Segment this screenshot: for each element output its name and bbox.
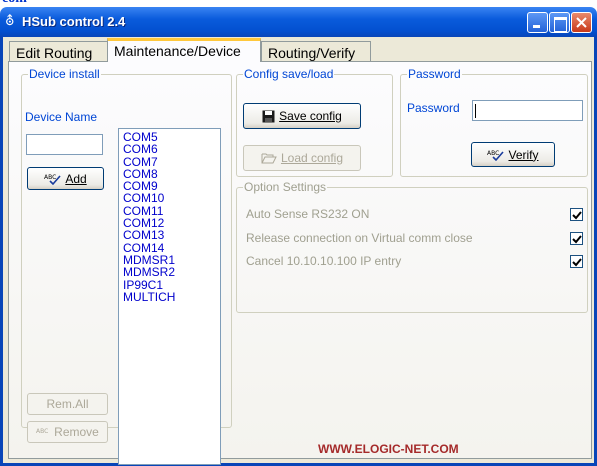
text-caret — [475, 104, 476, 118]
config-save-load-legend: Config save/load — [244, 67, 334, 81]
load-config-button[interactable]: Load config — [243, 145, 361, 171]
svg-text:ABC: ABC — [44, 174, 56, 181]
spellcheck-icon: ABC — [44, 173, 61, 185]
tab-maintenance-device[interactable]: Maintenance/Device — [107, 38, 261, 62]
option-settings-legend: Option Settings — [244, 180, 327, 194]
option-auto-sense-checkbox[interactable] — [570, 208, 583, 221]
tab-routing-verify[interactable]: Routing/Verify — [261, 41, 371, 61]
save-config-button-label: Save config — [279, 109, 342, 123]
list-item[interactable]: COM13 — [123, 229, 220, 242]
password-label: Password — [407, 101, 460, 115]
option-auto-sense-label: Auto Sense RS232 ON — [246, 207, 370, 221]
load-config-button-label: Load config — [280, 151, 344, 165]
option-release-connection-checkbox[interactable] — [570, 232, 583, 245]
checkmark-icon — [572, 211, 582, 220]
remove-button-label: Remove — [54, 425, 99, 439]
open-folder-icon — [261, 152, 277, 164]
top-strip: com — [0, 0, 597, 7]
list-item[interactable]: MULTICH — [123, 291, 220, 304]
tab-panel: Device install Device Name ABC Add COM5 C… — [8, 61, 592, 465]
top-strip-text: com — [2, 0, 27, 7]
option-cancel-ip-label: Cancel 10.10.10.100 IP entry — [246, 254, 402, 268]
add-button-label: Add — [65, 171, 87, 186]
minimize-button[interactable] — [527, 12, 548, 33]
floppy-disk-icon — [262, 110, 275, 123]
verify-button-label: Verify — [508, 147, 539, 162]
window-client: Edit Routing Maintenance/Device Routing/… — [0, 37, 597, 466]
device-install-legend: Device install — [29, 67, 100, 81]
save-config-button[interactable]: Save config — [243, 103, 361, 129]
device-name-input[interactable] — [26, 134, 103, 155]
remove-button[interactable]: ABC Remove — [27, 421, 108, 443]
antenna-icon[interactable]: ⛢ — [5, 15, 17, 29]
list-item[interactable]: MDMSR2 — [123, 266, 220, 279]
list-item[interactable]: IP99C1 — [123, 278, 220, 291]
spellcheck-icon: ABC — [487, 149, 505, 161]
rem-all-button[interactable]: Rem.All — [27, 393, 108, 415]
add-button[interactable]: ABC Add — [27, 167, 104, 190]
checkmark-icon — [572, 258, 582, 267]
verify-button[interactable]: ABC Verify — [471, 142, 555, 167]
option-cancel-ip-checkbox[interactable] — [570, 255, 583, 268]
close-button[interactable] — [571, 12, 592, 33]
device-name-label: Device Name — [25, 110, 98, 124]
window-title: HSub control 2.4 — [22, 14, 126, 29]
close-icon — [576, 17, 587, 28]
spellcheck-icon: ABC — [36, 427, 50, 437]
option-release-connection-label: Release connection on Virtual comm close — [246, 231, 473, 245]
checkmark-icon — [572, 235, 582, 244]
maximize-button[interactable] — [549, 12, 570, 33]
device-list[interactable]: COM5 COM6 COM7 COM8 COM9 COM10 COM11 COM12 COM13… — [118, 128, 221, 465]
option-settings-group: Option Settings — [236, 180, 588, 313]
list-item[interactable]: COM6 — [123, 143, 220, 156]
title-bar[interactable]: ⛢ HSub control 2.4 — [0, 7, 597, 37]
footer-link[interactable]: WWW.ELOGIC-NET.COM — [318, 442, 459, 456]
password-input[interactable] — [472, 100, 583, 121]
password-legend: Password — [408, 67, 461, 81]
tab-edit-routing[interactable]: Edit Routing — [9, 41, 108, 61]
rem-all-button-label: Rem.All — [46, 397, 89, 411]
svg-text:ABC: ABC — [36, 428, 48, 435]
list-item[interactable]: COM10 — [123, 192, 220, 205]
svg-text:ABC: ABC — [487, 150, 499, 157]
